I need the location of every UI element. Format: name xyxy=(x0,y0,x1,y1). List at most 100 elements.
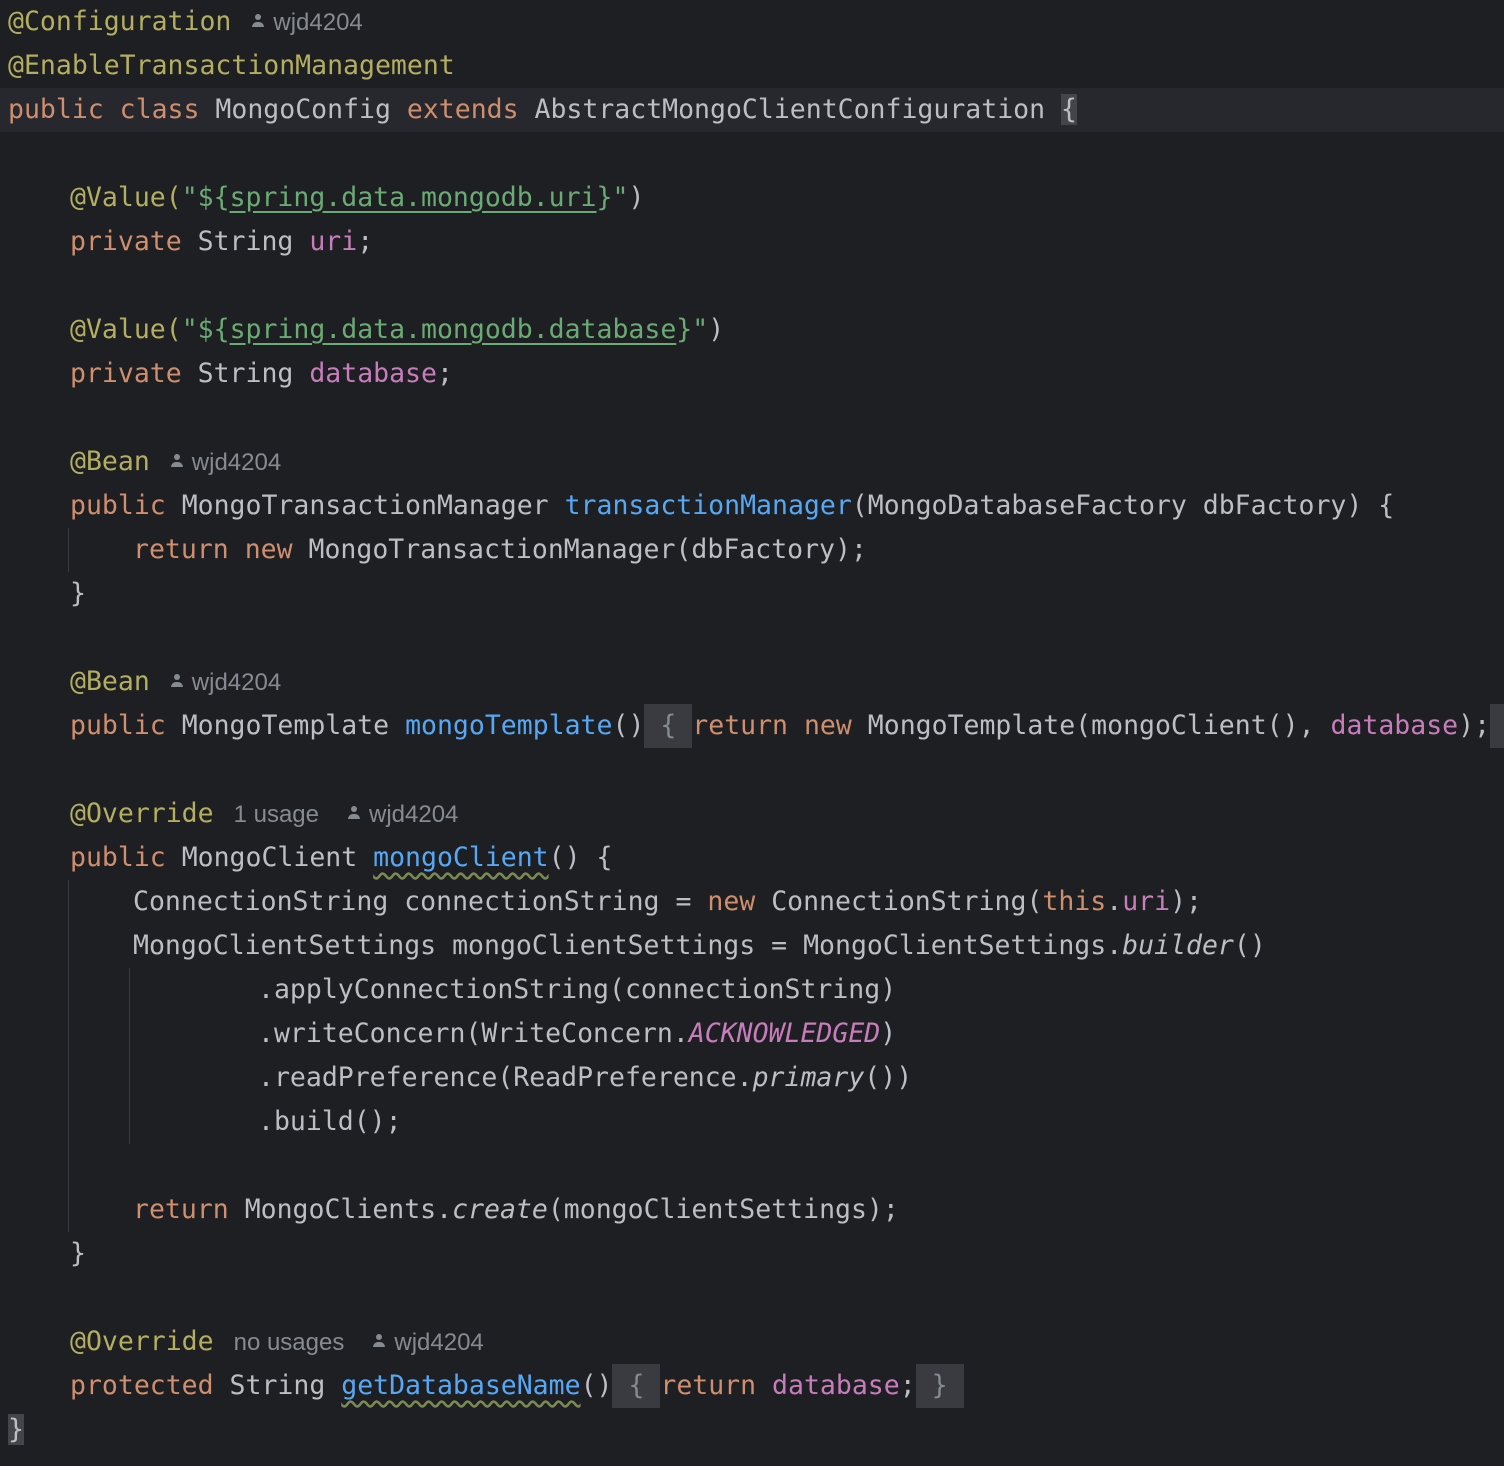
type-name: String xyxy=(229,1370,342,1401)
keyword: return xyxy=(133,534,245,565)
code-line[interactable]: public MongoTransactionManager transacti… xyxy=(70,484,1394,528)
keyword: return xyxy=(692,710,804,741)
fold-marker[interactable]: } xyxy=(1490,704,1504,748)
fold-marker[interactable]: } xyxy=(915,1364,964,1408)
code-line[interactable]: @Bean wjd4204 xyxy=(70,660,281,704)
annotation: @Override xyxy=(70,798,214,829)
annotation: @Bean xyxy=(70,446,150,477)
field-name: database xyxy=(309,358,437,389)
code-editor[interactable]: @Configuration wjd4204 @EnableTransaction… xyxy=(0,0,1504,1466)
author-hint[interactable]: wjd4204 xyxy=(150,449,281,476)
code-line[interactable]: public MongoTemplate mongoTemplate() { r… xyxy=(70,704,1504,748)
author-hint[interactable]: wjd4204 xyxy=(231,9,363,36)
superclass-name: AbstractMongoClientConfiguration xyxy=(534,94,1062,125)
code-line[interactable]: @Value("${spring.data.mongodb.database}"… xyxy=(70,308,724,352)
keyword: return xyxy=(133,1194,245,1225)
code-line[interactable]: .build(); xyxy=(258,1100,402,1144)
author-hint[interactable]: wjd4204 xyxy=(372,1329,484,1356)
static-method: builder xyxy=(1122,930,1234,961)
punctuation: ; xyxy=(899,1370,916,1401)
punctuation: () xyxy=(580,1370,613,1401)
code-line[interactable]: protected String getDatabaseName() { ret… xyxy=(70,1364,964,1408)
code-line[interactable]: @Bean wjd4204 xyxy=(70,440,281,484)
annotation: @Bean xyxy=(70,666,150,697)
author-name: wjd4204 xyxy=(191,449,282,476)
static-method: create xyxy=(452,1194,548,1225)
person-icon xyxy=(347,805,361,820)
field-name: uri xyxy=(309,226,358,257)
punctuation: ); xyxy=(1458,710,1491,741)
indent-guide xyxy=(68,880,69,1232)
indent-guide xyxy=(68,528,69,572)
code-line[interactable]: @Value("${spring.data.mongodb.uri}") xyxy=(70,176,644,220)
usage-hint[interactable]: no usages xyxy=(214,1329,373,1356)
constructor-call: MongoTemplate(mongoClient(), xyxy=(867,710,1331,741)
person-icon xyxy=(170,673,184,688)
person-icon xyxy=(251,13,265,28)
declaration: MongoClientSettings mongoClientSettings … xyxy=(133,930,1123,961)
parameters: (MongoDatabaseFactory dbFactory) { xyxy=(851,490,1395,521)
code-line[interactable]: MongoClientSettings mongoClientSettings … xyxy=(133,924,1266,968)
property-key-link[interactable]: spring.data.mongodb.uri xyxy=(230,182,597,213)
fold-marker[interactable]: { xyxy=(644,704,693,748)
constructor-call: ConnectionString( xyxy=(771,886,1043,917)
matched-brace: } xyxy=(8,1414,24,1445)
keyword: protected xyxy=(70,1370,230,1401)
code-line[interactable]: .applyConnectionString(connectionString) xyxy=(258,968,896,1012)
code-line[interactable]: } xyxy=(70,572,86,616)
code-line[interactable]: @Override 1 usage wjd4204 xyxy=(70,792,458,836)
arguments: (mongoClientSettings); xyxy=(547,1194,899,1225)
person-icon xyxy=(170,453,184,468)
usage-hint[interactable]: 1 usage xyxy=(214,801,347,828)
code-line[interactable]: .readPreference(ReadPreference.primary()… xyxy=(258,1056,912,1100)
code-line[interactable]: public class MongoConfig extends Abstrac… xyxy=(8,88,1077,132)
punctuation: ) xyxy=(880,1018,897,1049)
code-line[interactable]: private String database; xyxy=(70,352,453,396)
code-line[interactable]: @Configuration wjd4204 xyxy=(8,0,363,44)
code-line[interactable]: } xyxy=(70,1232,86,1276)
code-line[interactable]: @EnableTransactionManagement xyxy=(8,44,455,88)
method-call: .writeConcern(WriteConcern. xyxy=(258,1018,689,1049)
code-line[interactable]: private String uri; xyxy=(70,220,373,264)
indent-guide xyxy=(129,968,130,1144)
punctuation: () { xyxy=(548,842,613,873)
annotation: @Override xyxy=(70,1326,214,1357)
type-name: MongoTransactionManager xyxy=(181,490,565,521)
punctuation: ; xyxy=(357,226,374,257)
keyword: public xyxy=(70,490,182,521)
punctuation: ) xyxy=(708,314,725,345)
code-line[interactable]: } xyxy=(8,1408,24,1452)
field-name: database xyxy=(1330,710,1459,741)
matched-brace: { xyxy=(1061,94,1077,125)
punctuation: ); xyxy=(1170,886,1203,917)
type-name: MongoClient xyxy=(181,842,374,873)
code-line[interactable]: public MongoClient mongoClient() { xyxy=(70,836,612,880)
fold-marker[interactable]: { xyxy=(612,1364,661,1408)
author-name: wjd4204 xyxy=(394,1329,484,1356)
property-key-link[interactable]: spring.data.mongodb.database xyxy=(230,314,677,345)
method-name: transactionManager xyxy=(564,490,852,521)
method-call: .build(); xyxy=(258,1106,402,1137)
author-name: wjd4204 xyxy=(191,669,282,696)
type-name: String xyxy=(197,226,310,257)
author-name: wjd4204 xyxy=(273,9,363,36)
code-line[interactable]: return new MongoTransactionManager(dbFac… xyxy=(133,528,867,572)
person-icon xyxy=(372,1333,386,1348)
class-name: MongoConfig xyxy=(215,94,407,125)
static-method: primary xyxy=(752,1062,865,1093)
punctuation: ) xyxy=(628,182,645,213)
keyword: public xyxy=(70,710,182,741)
punctuation: () xyxy=(612,710,645,741)
author-hint[interactable]: wjd4204 xyxy=(150,669,281,696)
code-line[interactable]: @Override no usages wjd4204 xyxy=(70,1320,484,1364)
code-line[interactable]: return MongoClients.create(mongoClientSe… xyxy=(133,1188,899,1232)
type-name: String xyxy=(197,358,310,389)
annotation: @Value( xyxy=(70,314,182,345)
constant: ACKNOWLEDGED xyxy=(688,1018,881,1049)
author-hint[interactable]: wjd4204 xyxy=(347,801,458,828)
code-line[interactable]: ConnectionString connectionString = new … xyxy=(133,880,1202,924)
string: }" xyxy=(676,314,709,345)
keyword: new xyxy=(707,886,772,917)
code-line[interactable]: .writeConcern(WriteConcern.ACKNOWLEDGED) xyxy=(258,1012,896,1056)
constructor-call: MongoTransactionManager(dbFactory); xyxy=(308,534,867,565)
